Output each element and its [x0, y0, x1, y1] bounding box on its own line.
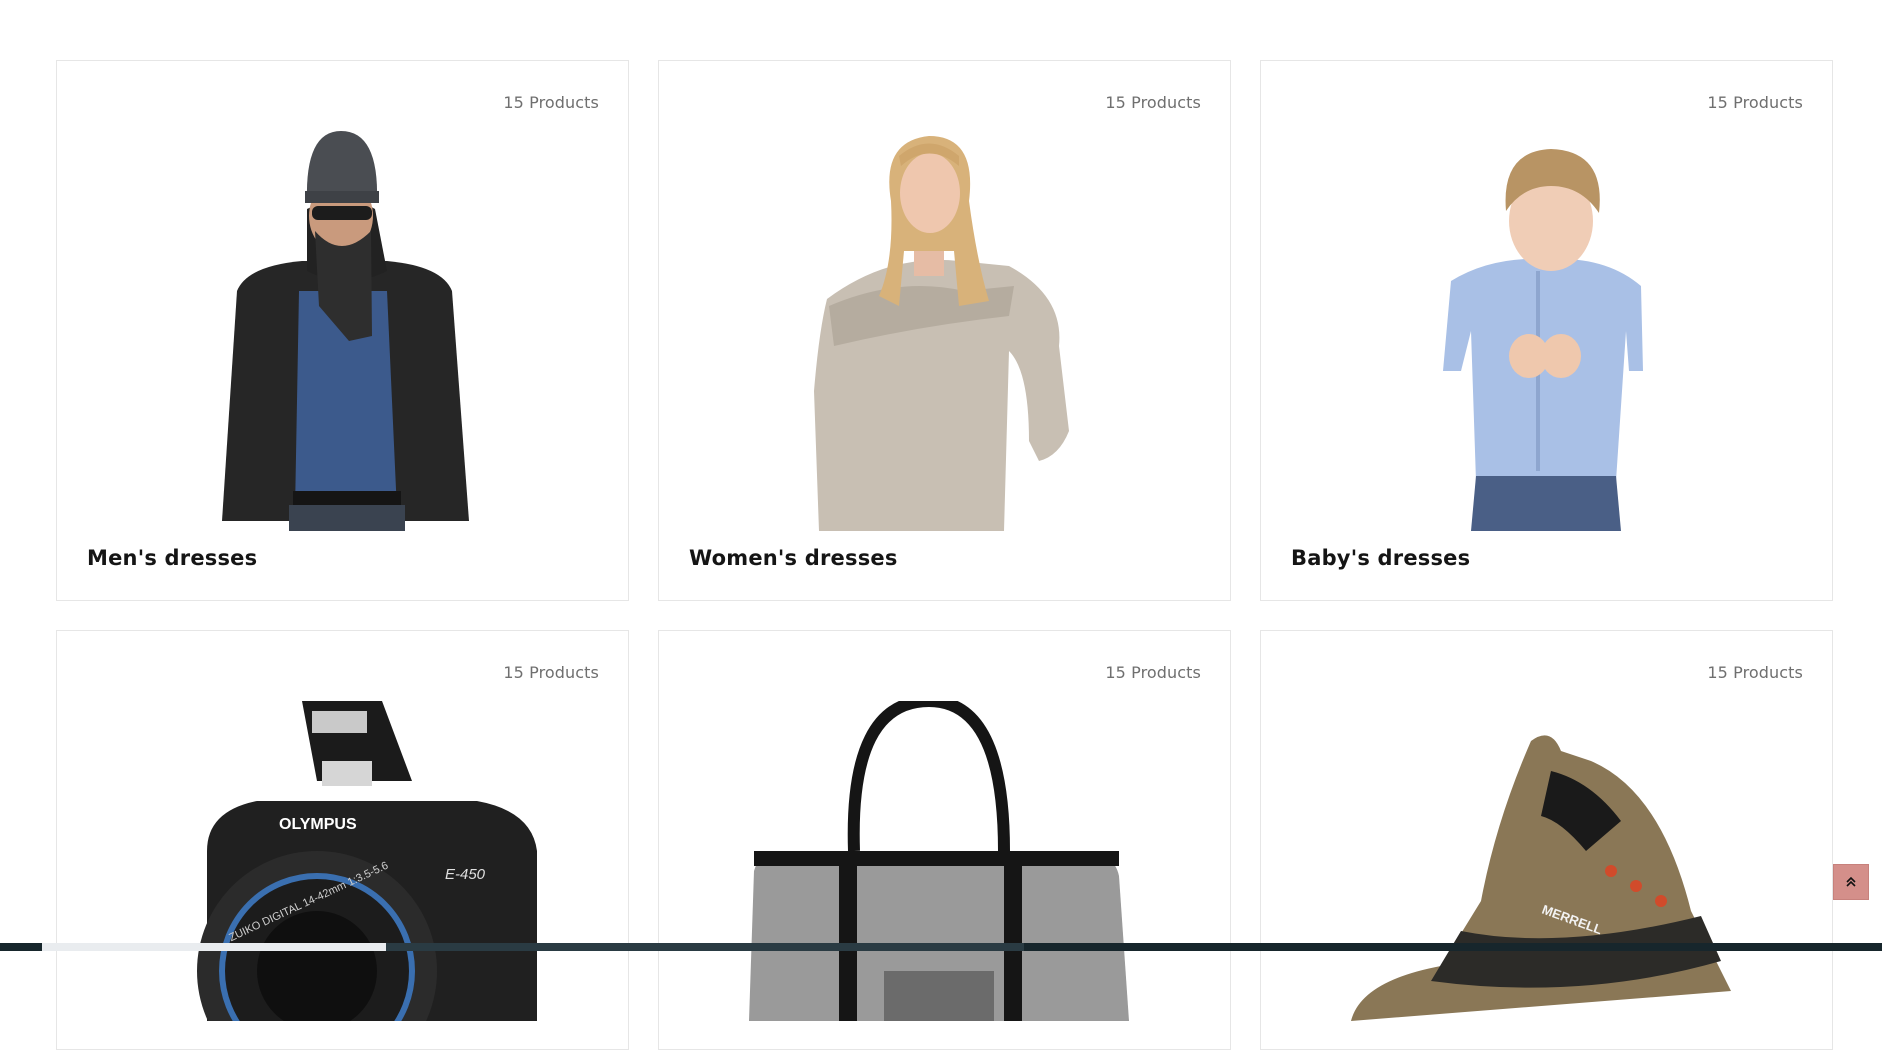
- bottom-bar-segment: [386, 943, 1024, 951]
- hiking-shoe-icon: MERRELL: [1351, 735, 1731, 1021]
- category-image-womens[interactable]: [659, 131, 1230, 531]
- category-image-bag[interactable]: [659, 694, 1230, 1021]
- product-count: 15 Products: [1105, 663, 1201, 682]
- category-card-bag[interactable]: 15 Products: [658, 630, 1231, 1050]
- double-chevron-up-icon: [1846, 876, 1856, 887]
- handbag-icon: [749, 694, 1129, 1021]
- category-image-mens[interactable]: [57, 131, 628, 531]
- product-count: 15 Products: [503, 663, 599, 682]
- man-in-jacket-icon: [222, 131, 469, 531]
- category-image-babys[interactable]: [1261, 131, 1832, 531]
- category-image-camera[interactable]: OLYMPUS E-450 ZUIKO DIGITAL 14-42mm 1:3.…: [57, 701, 628, 1049]
- bottom-bar-segment: [42, 943, 386, 951]
- category-title[interactable]: Baby's dresses: [1291, 546, 1470, 570]
- category-card-mens[interactable]: 15 Products Men's dresses: [56, 60, 629, 601]
- camera-model: E-450: [445, 866, 486, 883]
- product-count: 15 Products: [1105, 93, 1201, 112]
- scroll-to-top-button[interactable]: [1833, 864, 1869, 900]
- category-card-shoes[interactable]: 15 Products MERRELL: [1260, 630, 1833, 1050]
- category-card-babys[interactable]: 15 Products Baby's dresses: [1260, 60, 1833, 601]
- category-title[interactable]: Men's dresses: [87, 546, 257, 570]
- product-count: 15 Products: [1707, 663, 1803, 682]
- woman-in-sweater-icon: [814, 136, 1069, 531]
- bottom-status-bar: [0, 943, 1882, 951]
- category-title[interactable]: Women's dresses: [689, 546, 898, 570]
- category-image-shoes[interactable]: MERRELL: [1261, 701, 1832, 1021]
- category-card-womens[interactable]: 15 Products Women's dresses: [658, 60, 1231, 601]
- boy-in-shirt-icon: [1443, 149, 1643, 531]
- product-count: 15 Products: [1707, 93, 1803, 112]
- product-count: 15 Products: [503, 93, 599, 112]
- category-card-camera[interactable]: 15 Products OLYMPUS E-450 ZUIKO DIGITAL …: [56, 630, 629, 1050]
- camera-icon: OLYMPUS E-450 ZUIKO DIGITAL 14-42mm 1:3.…: [197, 701, 537, 1049]
- camera-brand: OLYMPUS: [279, 816, 357, 833]
